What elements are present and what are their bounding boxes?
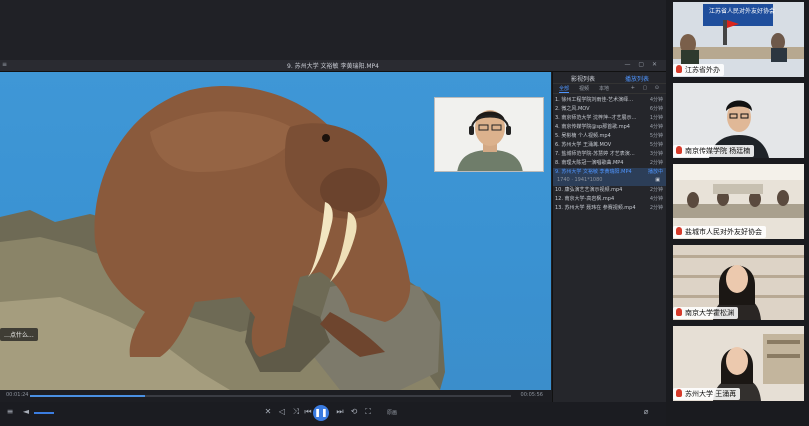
playlist-item-title: 3. 南京师范大学 沈梓萍--才艺展示…: [555, 115, 637, 121]
video-title: 9. 苏州大学 文裕敏 李黄瑞阳.MP4: [287, 63, 379, 70]
mic-icon: [676, 65, 682, 73]
mic-icon: [676, 389, 682, 397]
playlist-item[interactable]: 8. 南理大陈冠一演唱歌曲.MP4 2分钟: [553, 159, 666, 168]
playlist-item[interactable]: 7. 盐城师范学院-苏慧婷 才艺表演… 3分钟: [553, 150, 666, 159]
top-empty-area: [0, 0, 666, 60]
mic-icon: [676, 146, 682, 154]
tab-media-list[interactable]: 影视列表: [571, 74, 595, 83]
playlist-item-title: 2. 微之风.MOV: [555, 106, 590, 112]
banner-text: 江苏省人民对外友好协会: [709, 8, 776, 15]
participant-tile[interactable]: 盐城市人民对外友好协会: [673, 164, 804, 239]
playlist-item-title: 12. 南京大学-高岩枫.mp4: [555, 196, 615, 202]
window-controls[interactable]: — ▢ ✕: [624, 61, 660, 68]
screen-icon[interactable]: ▣: [655, 177, 660, 183]
participant-name-text: 南京大学霍松渊: [685, 309, 734, 317]
tab-play-list[interactable]: 播放列表: [625, 74, 649, 83]
playlist-toggle-icon[interactable]: ≡: [4, 407, 16, 416]
participant-gallery: 江苏省人民对外友好协会 江苏省外办 南京传媒学院 杨廷楠 盐城市人民对外友好协会: [666, 0, 809, 426]
mic-icon: [676, 308, 682, 316]
pip-webcam[interactable]: [434, 97, 544, 172]
participant-name: 南京大学霍松渊: [673, 307, 738, 319]
participant-name: 江苏省外办: [673, 64, 724, 76]
filter-local[interactable]: 本地: [599, 85, 609, 92]
playlist-item-duration: 6分钟: [649, 106, 663, 112]
seek-progress: [30, 395, 146, 397]
participant-tile[interactable]: 苏州大学 王涌苒: [673, 326, 804, 401]
total-time: 00:05:56: [520, 392, 543, 398]
playlist-item-title: 13. 苏州大学 聂玮在 参赛视频.mp4: [555, 205, 636, 211]
playlist-tabs: 影视列表 播放列表: [553, 72, 666, 84]
playlist-item-duration: 2分钟: [649, 205, 663, 211]
settings-icon[interactable]: ⌀: [640, 407, 652, 416]
participant-name-text: 盐城市人民对外友好协会: [685, 228, 762, 236]
participant-name: 盐城市人民对外友好协会: [673, 226, 766, 238]
filter-all[interactable]: 全部: [559, 85, 570, 93]
playlist-item[interactable]: 3. 南京师范大学 沈梓萍--才艺展示… 1分钟: [553, 114, 666, 123]
playlist-item-duration: 5分钟: [649, 133, 663, 139]
volume-slider[interactable]: [34, 412, 54, 414]
playlist-item-title: 10. 康弘演艺艺演示视频.mp4: [555, 187, 623, 193]
playlist-item[interactable]: 2. 微之风.MOV 6分钟: [553, 105, 666, 114]
playlist-filter-bar: 全部 视频 本地 + ▢ ⊙: [553, 84, 666, 94]
playlist-item-duration: 4分钟: [649, 196, 663, 202]
participant-tile[interactable]: 南京大学霍松渊: [673, 245, 804, 320]
volume-icon[interactable]: ◄: [20, 407, 32, 416]
playlist-item-duration: 2分钟: [649, 160, 663, 166]
playlist-item-duration: 播放中: [647, 169, 663, 175]
shuffle-icon[interactable]: ⤨: [290, 407, 302, 417]
subtitle-overlay: …点什么...: [0, 328, 38, 341]
playlist-item[interactable]: 4. 南京传媒学院@sp那首歌.mp4 4分钟: [553, 123, 666, 132]
playlist-item[interactable]: 9. 苏州大学 文裕敏 李黄瑞阳.MP4 播放中: [553, 168, 666, 177]
transport-controls: ≡ ◄ ✕ ◁ ⤨ ⏮ ❚❚ ⏭ ⟲ ⛶ 原画 ⌀: [0, 402, 666, 426]
playlist-panel: 影视列表 播放列表 全部 视频 本地 + ▢ ⊙ 1. 徐州工程学院刘雨佳-艺术…: [552, 72, 666, 402]
participant-tile[interactable]: 江苏省人民对外友好协会 江苏省外办: [673, 2, 804, 77]
rewind-icon[interactable]: ◁: [276, 407, 288, 416]
participant-name: 南京传媒学院 杨廷楠: [673, 145, 755, 157]
fullscreen-icon[interactable]: ⛶: [362, 407, 374, 417]
participant-name-text: 江苏省外办: [685, 66, 720, 74]
seek-bar[interactable]: 00:01:24 00:05:56: [0, 390, 551, 402]
playlist-item-title: 9. 苏州大学 文裕敏 李黄瑞阳.MP4: [555, 169, 632, 175]
video-player-app: ≡ 9. 苏州大学 文裕敏 李黄瑞阳.MP4 — ▢ ✕ …点什么... 00:…: [0, 0, 666, 426]
screenshot-icon[interactable]: ✕: [262, 407, 274, 416]
participant-name-text: 南京传媒学院 杨廷楠: [685, 147, 751, 155]
playlist-item[interactable]: 13. 苏州大学 聂玮在 参赛视频.mp4 2分钟: [553, 204, 666, 213]
playlist-item[interactable]: 6. 苏州大学 王涌苒.MOV 5分钟: [553, 141, 666, 150]
quality-selector[interactable]: 原画: [387, 409, 397, 416]
next-icon[interactable]: ⏭: [334, 407, 346, 417]
participant-name: 苏州大学 王涌苒: [673, 388, 741, 400]
playlist-tool-icons[interactable]: + ▢ ⊙: [631, 85, 662, 91]
playlist-item-title: 4. 南京传媒学院@sp那首歌.mp4: [555, 124, 630, 130]
playlist-meta-text: 1740 · 1941*1080: [557, 177, 603, 183]
playlist-item-meta: 1740 · 1941*1080 ▣: [553, 177, 666, 186]
playlist-item-duration: 2分钟: [649, 187, 663, 193]
player-title-bar: ≡ 9. 苏州大学 文裕敏 李黄瑞阳.MP4 — ▢ ✕: [0, 60, 666, 72]
seek-track[interactable]: [30, 395, 511, 397]
playlist-item-duration: 1分钟: [649, 115, 663, 121]
playlist-item[interactable]: 10. 康弘演艺艺演示视频.mp4 2分钟: [553, 186, 666, 195]
playlist-items: 1. 徐州工程学院刘雨佳-艺术演绎… 4分钟 2. 微之风.MOV 6分钟 3. 南京师…: [553, 94, 666, 213]
playlist-item-title: 5. 吴彬楠 个人视频.mp4: [555, 133, 611, 139]
playlist-item[interactable]: 5. 吴彬楠 个人视频.mp4 5分钟: [553, 132, 666, 141]
playlist-item[interactable]: 12. 南京大学-高岩枫.mp4 4分钟: [553, 195, 666, 204]
playlist-item-duration: 5分钟: [649, 142, 663, 148]
mic-icon: [676, 227, 682, 235]
elapsed-time: 00:01:24: [6, 392, 29, 398]
participant-name-text: 苏州大学 王涌苒: [685, 390, 737, 398]
playlist-item[interactable]: 1. 徐州工程学院刘雨佳-艺术演绎… 4分钟: [553, 96, 666, 105]
pause-button[interactable]: ❚❚: [313, 405, 329, 421]
pip-person-image: [435, 98, 543, 171]
playlist-item-duration: 4分钟: [649, 97, 663, 103]
playlist-item-duration: 4分钟: [649, 124, 663, 130]
loop-icon[interactable]: ⟲: [348, 407, 360, 416]
playlist-item-title: 7. 盐城师范学院-苏慧婷 才艺表演…: [555, 151, 635, 157]
filter-video[interactable]: 视频: [579, 85, 589, 92]
participant-tile[interactable]: 南京传媒学院 杨廷楠: [673, 83, 804, 158]
playlist-item-title: 6. 苏州大学 王涌苒.MOV: [555, 142, 612, 148]
playlist-item-title: 8. 南理大陈冠一演唱歌曲.MP4: [555, 160, 624, 166]
playlist-item-duration: 3分钟: [649, 151, 663, 157]
playlist-item-title: 1. 徐州工程学院刘雨佳-艺术演绎…: [555, 97, 634, 103]
